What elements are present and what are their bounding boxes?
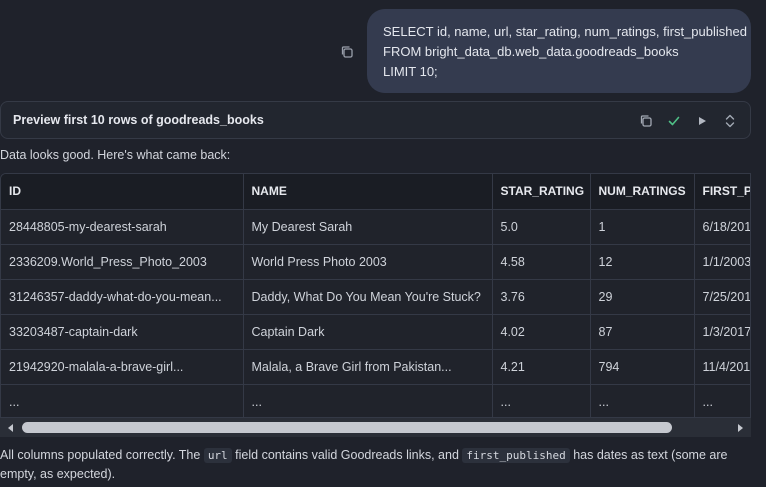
cell-star-rating: ... — [492, 384, 591, 417]
copy-icon — [341, 46, 353, 58]
response-intro: Data looks good. Here's what came back: — [0, 148, 231, 162]
cell-id: 21942920-malala-a-brave-girl... — [1, 349, 244, 385]
cell-num-ratings: 29 — [590, 279, 695, 315]
sql-line-2: FROM bright_data_db.web_data.goodreads_b… — [383, 44, 679, 59]
response-summary: All columns populated correctly. The url… — [0, 446, 745, 483]
cell-num-ratings: 12 — [590, 244, 695, 280]
cell-num-ratings: 794 — [590, 349, 695, 385]
column-header-id[interactable]: ID — [1, 174, 244, 210]
cell-id: 2336209.World_Press_Photo_2003 — [1, 244, 244, 280]
cell-num-ratings: 1 — [590, 209, 695, 245]
copy-icon — [640, 115, 652, 127]
column-header-first-published[interactable]: FIRST_PU — [694, 174, 750, 210]
cell-num-ratings: 87 — [590, 314, 695, 350]
cell-name: Malala, a Brave Girl from Pakistan... — [243, 349, 493, 385]
table-row: ... ... ... ... ... — [1, 384, 750, 417]
query-success-indicator — [664, 111, 684, 131]
expand-panel-button[interactable] — [720, 111, 740, 131]
play-icon — [699, 117, 706, 125]
table-header-row: ID NAME STAR_RATING NUM_RATINGS FIRST_PU — [1, 174, 750, 210]
cell-star-rating: 4.02 — [492, 314, 591, 350]
column-header-star-rating[interactable]: STAR_RATING — [492, 174, 591, 210]
table-row: 33203487-captain-dark Captain Dark 4.02 … — [1, 314, 750, 350]
cell-star-rating: 3.76 — [492, 279, 591, 315]
cell-star-rating: 5.0 — [492, 209, 591, 245]
cell-first-published: 1/1/2003 — [694, 244, 750, 280]
query-panel-title: Preview first 10 rows of goodreads_books — [13, 113, 264, 127]
sql-line-3: LIMIT 10; — [383, 64, 438, 79]
query-panel[interactable]: Preview first 10 rows of goodreads_books — [0, 101, 751, 139]
table-row: 21942920-malala-a-brave-girl... Malala, … — [1, 349, 750, 385]
cell-first-published: 11/4/201 — [694, 349, 750, 385]
cell-id: 28448805-my-dearest-sarah — [1, 209, 244, 245]
check-icon — [668, 116, 680, 126]
run-query-button[interactable] — [692, 111, 712, 131]
cell-id: ... — [1, 384, 244, 417]
scroll-left-arrow-icon[interactable] — [5, 422, 17, 434]
scroll-right-arrow-icon[interactable] — [734, 422, 746, 434]
cell-first-published: 1/3/2017 — [694, 314, 750, 350]
scrollbar-thumb[interactable] — [22, 422, 672, 433]
table-row: 2336209.World_Press_Photo_2003 World Pre… — [1, 244, 750, 280]
cell-name: Daddy, What Do You Mean You're Stuck? — [243, 279, 493, 315]
copy-message-button[interactable] — [338, 43, 356, 61]
cell-num-ratings: ... — [590, 384, 695, 417]
cell-id: 31246357-daddy-what-do-you-mean... — [1, 279, 244, 315]
summary-text: All columns populated correctly. The — [0, 448, 204, 462]
cell-name: My Dearest Sarah — [243, 209, 493, 245]
copy-query-button[interactable] — [636, 111, 656, 131]
table-row: 31246357-daddy-what-do-you-mean... Daddy… — [1, 279, 750, 315]
cell-name: World Press Photo 2003 — [243, 244, 493, 280]
cell-name: Captain Dark — [243, 314, 493, 350]
cell-first-published: 6/18/201 — [694, 209, 750, 245]
cell-star-rating: 4.21 — [492, 349, 591, 385]
cell-name: ... — [243, 384, 493, 417]
column-header-name[interactable]: NAME — [243, 174, 493, 210]
chevron-updown-icon — [725, 114, 735, 128]
inline-code-first-published: first_published — [462, 448, 570, 463]
user-message-bubble: SELECT id, name, url, star_rating, num_r… — [367, 9, 751, 93]
sql-line-1: SELECT id, name, url, star_rating, num_r… — [383, 24, 747, 39]
cell-star-rating: 4.58 — [492, 244, 591, 280]
results-table[interactable]: ID NAME STAR_RATING NUM_RATINGS FIRST_PU… — [0, 173, 751, 418]
inline-code-url: url — [203, 448, 232, 463]
summary-text: field contains valid Goodreads links, an… — [231, 448, 463, 462]
cell-first-published: ... — [694, 384, 750, 417]
cell-id: 33203487-captain-dark — [1, 314, 244, 350]
column-header-num-ratings[interactable]: NUM_RATINGS — [590, 174, 695, 210]
table-row: 28448805-my-dearest-sarah My Dearest Sar… — [1, 209, 750, 245]
user-message-row: SELECT id, name, url, star_rating, num_r… — [0, 9, 766, 93]
cell-first-published: 7/25/201 — [694, 279, 750, 315]
table-horizontal-scrollbar[interactable] — [0, 418, 751, 437]
